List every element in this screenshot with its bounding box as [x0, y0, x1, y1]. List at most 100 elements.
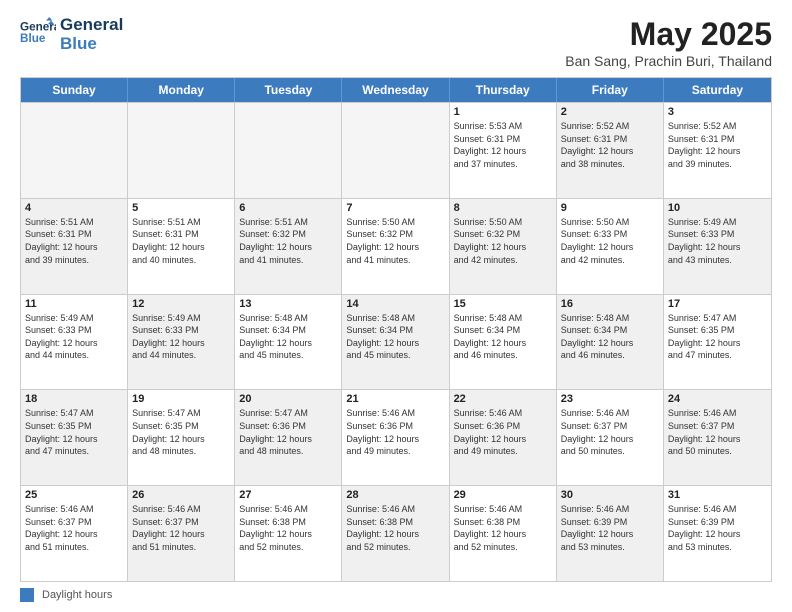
cal-cell: 7Sunrise: 5:50 AM Sunset: 6:32 PM Daylig… — [342, 199, 449, 294]
subtitle: Ban Sang, Prachin Buri, Thailand — [565, 53, 772, 69]
cal-cell: 8 Sunrise: 5:50 AM Sunset: 6:32 PM Daylig… — [450, 199, 557, 294]
day-info: Sunrise: 5:46 AM Sunset: 6:37 PM Dayligh… — [668, 407, 767, 457]
calendar: SundayMondayTuesdayWednesdayThursdayFrid… — [20, 77, 772, 582]
legend-box — [20, 588, 34, 602]
day-info: Sunrise: 5:52 AM Sunset: 6:31 PM Dayligh… — [668, 120, 767, 170]
day-info: Sunrise: 5:48 AM Sunset: 6:34 PM Dayligh… — [346, 312, 444, 362]
day-number: 26 — [132, 489, 230, 501]
header: General Blue General Blue May 2025 Ban S… — [20, 16, 772, 69]
day-info: Sunrise: 5:47 AM Sunset: 6:35 PM Dayligh… — [132, 407, 230, 457]
cal-cell — [21, 103, 128, 198]
day-header-sunday: Sunday — [21, 78, 128, 102]
day-info: Sunrise: 5:50 AM Sunset: 6:32 PM Dayligh… — [454, 216, 552, 266]
day-number: 20 — [239, 393, 337, 405]
day-info: Sunrise: 5:46 AM Sunset: 6:38 PM Dayligh… — [454, 503, 552, 553]
logo-general: General — [60, 16, 123, 35]
day-number: 31 — [668, 489, 767, 501]
day-info: Sunrise: 5:46 AM Sunset: 6:39 PM Dayligh… — [561, 503, 659, 553]
day-header-tuesday: Tuesday — [235, 78, 342, 102]
day-number: 14 — [346, 298, 444, 310]
day-info: Sunrise: 5:50 AM Sunset: 6:33 PM Dayligh… — [561, 216, 659, 266]
cal-cell: 15Sunrise: 5:48 AM Sunset: 6:34 PM Dayli… — [450, 295, 557, 390]
day-number: 23 — [561, 393, 659, 405]
day-number: 1 — [454, 106, 552, 118]
day-info: Sunrise: 5:52 AM Sunset: 6:31 PM Dayligh… — [561, 120, 659, 170]
cal-cell: 31Sunrise: 5:46 AM Sunset: 6:39 PM Dayli… — [664, 486, 771, 581]
cal-cell: 30Sunrise: 5:46 AM Sunset: 6:39 PM Dayli… — [557, 486, 664, 581]
logo: General Blue General Blue — [20, 16, 123, 53]
cal-cell: 26 Sunrise: 5:46 AM Sunset: 6:37 PM Dayli… — [128, 486, 235, 581]
day-number: 24 — [668, 393, 767, 405]
cal-cell: 16Sunrise: 5:48 AM Sunset: 6:34 PM Dayli… — [557, 295, 664, 390]
title-block: May 2025 Ban Sang, Prachin Buri, Thailan… — [565, 16, 772, 69]
day-info: Sunrise: 5:47 AM Sunset: 6:35 PM Dayligh… — [25, 407, 123, 457]
day-info: Sunrise: 5:47 AM Sunset: 6:35 PM Dayligh… — [668, 312, 767, 362]
week-row-3: 18 Sunrise: 5:47 AM Sunset: 6:35 PM Dayli… — [21, 389, 771, 485]
day-number: 27 — [239, 489, 337, 501]
day-info: Sunrise: 5:46 AM Sunset: 6:37 PM Dayligh… — [25, 503, 123, 553]
calendar-body: 1 Sunrise: 5:53 AM Sunset: 6:31 PM Daylig… — [21, 102, 771, 581]
logo-icon: General Blue — [20, 17, 56, 53]
week-row-0: 1 Sunrise: 5:53 AM Sunset: 6:31 PM Daylig… — [21, 102, 771, 198]
cal-cell: 20 Sunrise: 5:47 AM Sunset: 6:36 PM Dayli… — [235, 390, 342, 485]
day-info: Sunrise: 5:51 AM Sunset: 6:32 PM Dayligh… — [239, 216, 337, 266]
day-info: Sunrise: 5:46 AM Sunset: 6:37 PM Dayligh… — [132, 503, 230, 553]
week-row-4: 25 Sunrise: 5:46 AM Sunset: 6:37 PM Dayli… — [21, 485, 771, 581]
day-number: 4 — [25, 202, 123, 214]
day-info: Sunrise: 5:50 AM Sunset: 6:32 PM Dayligh… — [346, 216, 444, 266]
day-number: 25 — [25, 489, 123, 501]
day-info: Sunrise: 5:46 AM Sunset: 6:36 PM Dayligh… — [454, 407, 552, 457]
day-number: 3 — [668, 106, 767, 118]
day-number: 9 — [561, 202, 659, 214]
day-number: 28 — [346, 489, 444, 501]
calendar-header-row: SundayMondayTuesdayWednesdayThursdayFrid… — [21, 78, 771, 102]
day-header-saturday: Saturday — [664, 78, 771, 102]
cal-cell: 11 Sunrise: 5:49 AM Sunset: 6:33 PM Dayli… — [21, 295, 128, 390]
day-info: Sunrise: 5:48 AM Sunset: 6:34 PM Dayligh… — [239, 312, 337, 362]
day-number: 2 — [561, 106, 659, 118]
day-info: Sunrise: 5:48 AM Sunset: 6:34 PM Dayligh… — [454, 312, 552, 362]
cal-cell: 5Sunrise: 5:51 AM Sunset: 6:31 PM Daylig… — [128, 199, 235, 294]
cal-cell: 21Sunrise: 5:46 AM Sunset: 6:36 PM Dayli… — [342, 390, 449, 485]
day-info: Sunrise: 5:46 AM Sunset: 6:37 PM Dayligh… — [561, 407, 659, 457]
cal-cell: 23 Sunrise: 5:46 AM Sunset: 6:37 PM Dayli… — [557, 390, 664, 485]
legend-label: Daylight hours — [42, 589, 112, 601]
cal-cell: 24 Sunrise: 5:46 AM Sunset: 6:37 PM Dayli… — [664, 390, 771, 485]
day-number: 29 — [454, 489, 552, 501]
cal-cell: 18 Sunrise: 5:47 AM Sunset: 6:35 PM Dayli… — [21, 390, 128, 485]
cal-cell — [128, 103, 235, 198]
day-header-friday: Friday — [557, 78, 664, 102]
cal-cell: 3 Sunrise: 5:52 AM Sunset: 6:31 PM Daylig… — [664, 103, 771, 198]
day-number: 22 — [454, 393, 552, 405]
cal-cell: 12 Sunrise: 5:49 AM Sunset: 6:33 PM Dayli… — [128, 295, 235, 390]
week-row-2: 11 Sunrise: 5:49 AM Sunset: 6:33 PM Dayli… — [21, 294, 771, 390]
day-info: Sunrise: 5:47 AM Sunset: 6:36 PM Dayligh… — [239, 407, 337, 457]
day-number: 5 — [132, 202, 230, 214]
day-info: Sunrise: 5:53 AM Sunset: 6:31 PM Dayligh… — [454, 120, 552, 170]
cal-cell: 22 Sunrise: 5:46 AM Sunset: 6:36 PM Dayli… — [450, 390, 557, 485]
cal-cell: 25 Sunrise: 5:46 AM Sunset: 6:37 PM Dayli… — [21, 486, 128, 581]
day-info: Sunrise: 5:51 AM Sunset: 6:31 PM Dayligh… — [25, 216, 123, 266]
day-info: Sunrise: 5:49 AM Sunset: 6:33 PM Dayligh… — [132, 312, 230, 362]
cal-cell: 19Sunrise: 5:47 AM Sunset: 6:35 PM Dayli… — [128, 390, 235, 485]
cal-cell: 14 Sunrise: 5:48 AM Sunset: 6:34 PM Dayli… — [342, 295, 449, 390]
day-number: 18 — [25, 393, 123, 405]
day-info: Sunrise: 5:46 AM Sunset: 6:38 PM Dayligh… — [239, 503, 337, 553]
day-number: 12 — [132, 298, 230, 310]
week-row-1: 4 Sunrise: 5:51 AM Sunset: 6:31 PM Daylig… — [21, 198, 771, 294]
footer: Daylight hours — [20, 588, 772, 602]
cal-cell: 27 Sunrise: 5:46 AM Sunset: 6:38 PM Dayli… — [235, 486, 342, 581]
cal-cell: 28Sunrise: 5:46 AM Sunset: 6:38 PM Dayli… — [342, 486, 449, 581]
day-number: 11 — [25, 298, 123, 310]
cal-cell: 6Sunrise: 5:51 AM Sunset: 6:32 PM Daylig… — [235, 199, 342, 294]
day-number: 13 — [239, 298, 337, 310]
day-number: 8 — [454, 202, 552, 214]
day-info: Sunrise: 5:49 AM Sunset: 6:33 PM Dayligh… — [25, 312, 123, 362]
cal-cell: 13 Sunrise: 5:48 AM Sunset: 6:34 PM Dayli… — [235, 295, 342, 390]
cal-cell: 10Sunrise: 5:49 AM Sunset: 6:33 PM Dayli… — [664, 199, 771, 294]
cal-cell — [235, 103, 342, 198]
cal-cell: 4 Sunrise: 5:51 AM Sunset: 6:31 PM Daylig… — [21, 199, 128, 294]
day-number: 21 — [346, 393, 444, 405]
cal-cell: 29 Sunrise: 5:46 AM Sunset: 6:38 PM Dayli… — [450, 486, 557, 581]
day-header-monday: Monday — [128, 78, 235, 102]
